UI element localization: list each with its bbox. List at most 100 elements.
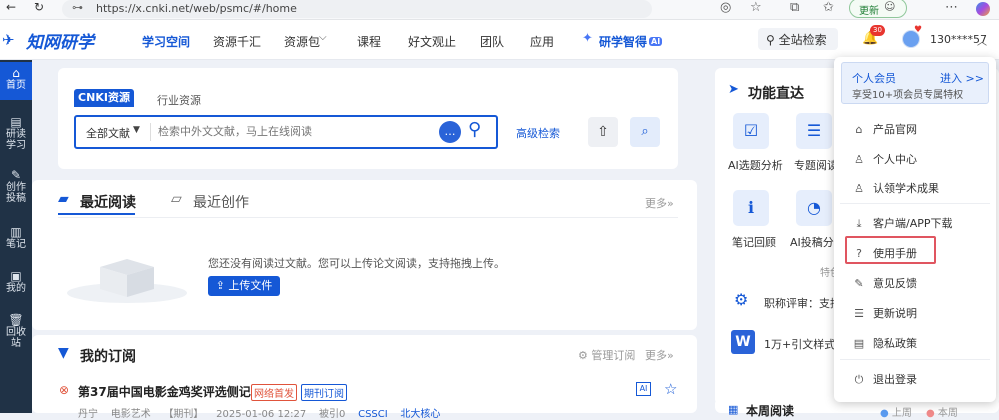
tab-industry-resources[interactable]: 行业资源 — [157, 92, 201, 108]
member-enter-link[interactable]: 进入 >> — [940, 70, 984, 86]
upload-icon: ⇪ — [215, 279, 225, 292]
notes-review-icon[interactable]: ℹ — [733, 190, 769, 226]
ai-topic-icon[interactable]: ☑ — [733, 113, 769, 149]
topic-reading-icon[interactable]: ☰ — [796, 113, 832, 149]
menu-item-logout[interactable]: ⏻ 退出登录 — [852, 371, 917, 387]
legend-last-week: ● 上周 — [880, 404, 912, 419]
subscription-more-link[interactable]: 更多» — [645, 347, 674, 363]
tab-recent-writing[interactable]: 最近创作 — [193, 192, 249, 212]
menu-resources[interactable]: 资源千汇 — [213, 33, 261, 50]
sidebar-item-mine[interactable]: ▣ 我的 — [0, 270, 32, 294]
acrobat-icon: ⊗ — [59, 383, 70, 397]
chat-icon[interactable]: … — [439, 121, 461, 143]
site-search-button[interactable]: ⚲ 全站检索 — [758, 28, 838, 50]
menu-apps[interactable]: 应用 — [530, 33, 554, 50]
menu-team[interactable]: 团队 — [480, 33, 504, 50]
menu-item-app-download[interactable]: ⤓ 客户端/APP下载 — [852, 215, 953, 231]
sidebar-item-writing[interactable]: ✎ 创作 投稿 — [0, 168, 32, 204]
book-icon: ▤ — [10, 115, 22, 129]
upload-file-button[interactable]: ⇪ 上传文件 — [208, 276, 280, 296]
menu-courses[interactable]: 课程 — [357, 33, 381, 50]
send-icon: ➤ — [728, 82, 739, 97]
legend-this-week-label: 本周 — [937, 408, 958, 419]
ai-search-icon[interactable]: ⌕ — [630, 117, 660, 147]
search-icon: ⚲ — [766, 33, 775, 47]
vip-heart-icon: ♥ — [914, 25, 923, 35]
home-icon: ⌂ — [12, 66, 20, 80]
back-icon[interactable]: ← — [6, 0, 16, 14]
menu-item-changelog[interactable]: ☰ 更新说明 — [852, 305, 917, 321]
promo-title-review[interactable]: 职称评审：支持 — [764, 295, 841, 311]
favorites-list-icon[interactable]: ✩ — [823, 0, 834, 15]
member-title: 个人会员 — [852, 72, 896, 85]
menu-study-space[interactable]: 学习空间 — [142, 33, 190, 50]
reload-icon[interactable]: ↻ — [34, 0, 44, 14]
star-icon[interactable]: ☆ — [664, 380, 677, 398]
gear-icon: ⚙ — [578, 349, 588, 362]
power-icon: ⏻ — [854, 373, 864, 386]
tab-recent-reading[interactable]: 最近阅读 — [80, 192, 136, 212]
ai-submit-icon[interactable]: ◔ — [796, 190, 832, 226]
meta-author: 丹宁 — [78, 409, 98, 420]
pen-square-icon: ▱ — [171, 191, 182, 207]
scope-select[interactable]: 全部文献 — [86, 125, 130, 141]
manage-subscription-link[interactable]: ⚙ 管理订阅 — [578, 347, 635, 363]
menu-item-product-site[interactable]: ⌂ 产品官网 — [852, 121, 918, 137]
search-icon[interactable]: ⚲ — [468, 119, 481, 140]
note-icon: ▥ — [10, 225, 22, 239]
ai-read-icon[interactable]: AI — [636, 382, 651, 396]
menu-item-user-manual[interactable]: ? 使用手册 — [852, 245, 917, 261]
list-icon: ☰ — [854, 307, 864, 320]
subscription-item-title[interactable]: 第37届中国电影金鸡奖评选侧记 — [78, 383, 251, 400]
meta-date: 2025-01-06 12:27 — [216, 409, 307, 420]
menu-articles[interactable]: 好文观止 — [408, 33, 456, 50]
more-icon[interactable]: ⋯ — [945, 0, 958, 15]
menu-resource-pack[interactable]: 资源包 — [284, 33, 320, 50]
edit-icon: ✎ — [10, 168, 22, 182]
url-text[interactable]: https://x.cnki.net/web/psmc/#/home — [96, 2, 297, 15]
sidebar-item-trash[interactable]: 🗑 回收 站 — [0, 314, 32, 349]
search-input[interactable] — [158, 121, 428, 143]
menu-item-claim-achievements[interactable]: ♙ 认领学术成果 — [852, 180, 939, 196]
menu-item-feedback[interactable]: ✎ 意见反馈 — [852, 275, 917, 291]
sidebar-item-reading[interactable]: ▤ 研读 学习 — [0, 115, 32, 151]
sidebar-item-notes[interactable]: ▥ 笔记 — [0, 225, 32, 250]
caret-down-icon[interactable]: ▼ — [133, 125, 140, 135]
translate-icon[interactable]: ◎ — [720, 0, 731, 15]
copilot-icon[interactable] — [976, 2, 990, 16]
calendar-icon: ▦ — [728, 403, 739, 416]
sidebar-item-home[interactable]: ⌂ 首页 — [0, 62, 32, 100]
menu-item-label: 更新说明 — [873, 307, 917, 320]
site-info-icon[interactable]: ⊶ — [72, 1, 83, 14]
func-notes-review[interactable]: 笔记回顾 — [732, 234, 776, 250]
recent-more-link[interactable]: 更多» — [645, 195, 674, 211]
logo[interactable]: 知网研学 — [26, 28, 94, 53]
update-button[interactable]: 更新 — [849, 0, 907, 18]
logo-icon: ✈ — [2, 31, 15, 49]
menu-item-label: 意见反馈 — [873, 277, 917, 290]
profile-icon[interactable]: ☺ — [884, 0, 895, 13]
sidebar-item-label: 创作 投稿 — [6, 182, 26, 204]
extensions-icon[interactable]: ⧉ — [790, 0, 799, 15]
menu-item-personal-center[interactable]: ♙ 个人中心 — [852, 151, 917, 167]
sidebar-item-label: 我的 — [6, 283, 26, 294]
func-ai-topic[interactable]: AI选题分析 — [728, 157, 783, 173]
menu-ai[interactable]: 研学智得 AI — [599, 33, 663, 50]
menu-item-privacy[interactable]: ▤ 隐私政策 — [852, 335, 917, 351]
home-icon: ⌂ — [855, 123, 863, 136]
func-topic-reading[interactable]: 专题阅读 — [794, 157, 838, 173]
upload-icon[interactable]: ⇧ — [588, 117, 618, 147]
scope-divider — [150, 123, 151, 141]
menu-item-label: 认领学术成果 — [873, 182, 939, 195]
menu-item-label: 个人中心 — [873, 153, 917, 166]
document-icon: ▤ — [853, 337, 865, 350]
member-subtitle: 享受10+项会员专属特权 — [852, 90, 964, 101]
meta-type: 【期刊】 — [163, 409, 204, 420]
more-label: 更多 — [645, 349, 667, 362]
tab-cnki-resources[interactable]: CNKI资源 — [74, 89, 134, 107]
chevron-up-icon[interactable]: ︿ — [977, 33, 987, 48]
book-open-icon: ▰ — [58, 191, 69, 207]
favorite-icon[interactable]: ☆ — [750, 0, 762, 15]
legend-last-week-label: 上周 — [891, 408, 912, 419]
advanced-search-link[interactable]: 高级检索 — [516, 125, 560, 141]
